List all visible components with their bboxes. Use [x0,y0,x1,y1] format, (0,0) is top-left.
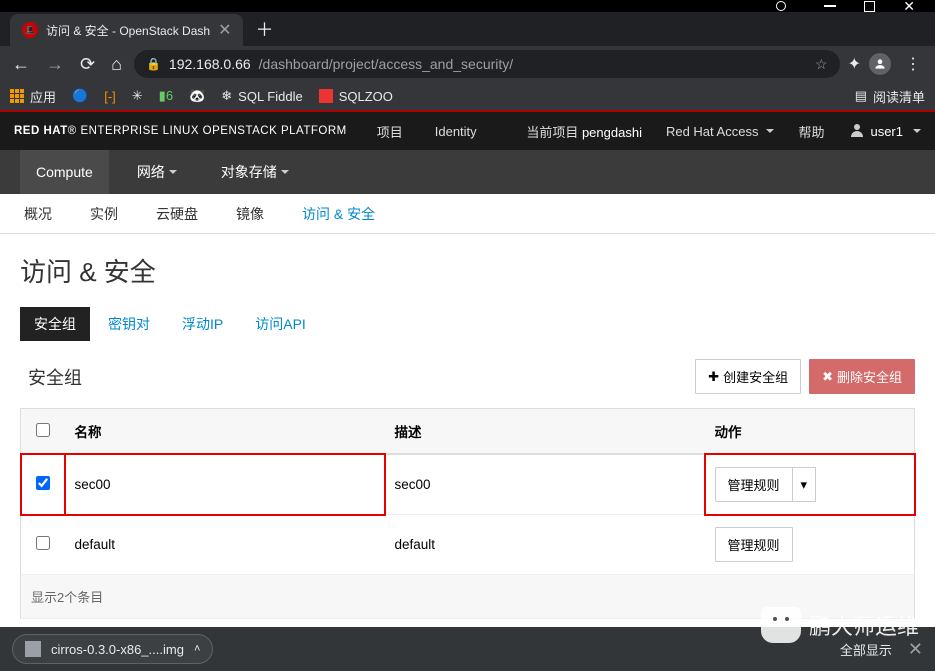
apps-shortcut[interactable]: 应用 [10,87,56,106]
new-tab-button[interactable]: ＋ [243,16,285,42]
nav-identity[interactable]: Identity [419,112,493,150]
col-action: 动作 [705,409,915,455]
browser-menu-icon[interactable]: ⋮ [899,54,927,74]
user-menu[interactable]: user1 [836,124,935,139]
cell-action: 管理规则 ▾ [705,454,915,515]
nav-project[interactable]: 项目 [361,112,419,150]
x-icon: ✖ [822,369,833,385]
create-security-group-button[interactable]: ✚ 创建安全组 [695,359,801,394]
subnav-network[interactable]: 网络 [121,150,193,194]
manage-rules-button[interactable]: 管理规则 [715,527,793,562]
address-bar[interactable]: 🔒 192.168.0.66/dashboard/project/access_… [134,50,840,78]
close-window-icon[interactable]: ✕ [903,0,915,13]
cell-action: 管理规则 [705,515,915,575]
table-row: default default 管理规则 [21,515,915,575]
record-icon [776,1,786,11]
tab-instances[interactable]: 实例 [86,194,122,234]
row-checkbox[interactable] [36,536,50,550]
extensions-icon[interactable]: ✦ [848,54,861,74]
access-subtabs: 安全组 密钥对 浮动IP 访问API [20,307,915,341]
select-all-checkbox[interactable] [36,423,50,437]
current-project: 当前项目 pengdashi [514,122,654,141]
help-link[interactable]: 帮助 [786,122,836,141]
security-groups-table: 名称 描述 动作 sec00 sec00 管理规则 ▾ default [20,408,915,619]
bookmark-item[interactable]: [-] [104,89,116,104]
reload-button[interactable]: ⟳ [76,50,99,79]
cell-name: default [65,515,385,575]
row-checkbox[interactable] [36,476,50,490]
section-header: 安全组 ✚ 创建安全组 ✖ 删除安全组 [20,359,915,394]
action-dropdown-toggle[interactable]: ▾ [793,467,817,502]
brand-logo: RED HAT® ENTERPRISE LINUX OPENSTACK PLAT… [0,125,361,137]
bookmark-item[interactable]: ✳ [132,88,143,104]
browser-tab[interactable]: 🎩 访问 & 安全 - OpenStack Dash ✕ [10,14,243,46]
row-checkbox-cell [21,454,65,515]
page-content: 访问 & 安全 安全组 密钥对 浮动IP 访问API 安全组 ✚ 创建安全组 ✖… [0,234,935,637]
bookmark-item[interactable]: 🔵 [72,88,88,104]
forward-button[interactable]: → [42,50,68,79]
page-title: 访问 & 安全 [20,252,915,289]
home-button[interactable]: ⌂ [107,50,126,79]
url-host: 192.168.0.66 [169,56,251,72]
maximize-icon[interactable] [864,1,875,12]
back-button[interactable]: ← [8,50,34,79]
action-button-group: 管理规则 ▾ [715,467,817,502]
plus-icon: ✚ [708,369,719,385]
close-tab-icon[interactable]: ✕ [218,20,231,40]
bookmark-sqlzoo[interactable]: SQLZOO [319,89,393,104]
subnav-compute[interactable]: Compute [20,150,109,194]
tab-access-security[interactable]: 访问 & 安全 [298,194,379,234]
subtab-keypairs[interactable]: 密钥对 [94,307,164,341]
reading-list-button[interactable]: ▤ 阅读清单 [855,87,925,106]
redhat-access-link[interactable]: Red Hat Access [654,124,787,139]
watermark: 鹏大师运维 [761,607,919,643]
bookmarks-bar: 应用 🔵 [-] ✳ ▮6 🐼 ❄ SQL Fiddle SQLZOO ▤ 阅读… [0,82,935,112]
minimize-icon[interactable] [824,5,836,7]
openstack-header: RED HAT® ENTERPRISE LINUX OPENSTACK PLAT… [0,112,935,150]
site-info-icon[interactable]: 🔒 [146,57,161,71]
chevron-up-icon[interactable]: ˄ [194,643,200,655]
subtab-floating-ip[interactable]: 浮动IP [168,307,237,341]
tab-overview[interactable]: 概况 [20,194,56,234]
delete-security-group-button[interactable]: ✖ 删除安全组 [809,359,915,394]
window-titlebar: ✕ [0,0,935,12]
caret-down-icon: ▾ [801,477,808,493]
col-desc[interactable]: 描述 [385,409,705,455]
row-checkbox-cell [21,515,65,575]
subtab-security-groups[interactable]: 安全组 [20,307,90,341]
tab-volumes[interactable]: 云硬盘 [152,194,202,234]
compute-tabs: 概况 实例 云硬盘 镜像 访问 & 安全 [0,194,935,234]
cell-desc: default [385,515,705,575]
apps-label: 应用 [30,87,56,106]
bookmark-sqlfiddle[interactable]: ❄ SQL Fiddle [221,88,302,104]
tab-images[interactable]: 镜像 [232,194,268,234]
col-name[interactable]: 名称 [65,409,385,455]
apps-grid-icon [10,89,24,103]
bookmark-item[interactable]: ▮6 [159,88,173,104]
subtab-api-access[interactable]: 访问API [241,307,320,341]
file-icon [25,641,41,657]
profile-avatar-icon[interactable] [869,53,891,75]
browser-tabbar: 🎩 访问 & 安全 - OpenStack Dash ✕ ＋ [0,12,935,46]
manage-rules-button[interactable]: 管理规则 [715,467,793,502]
wechat-icon [761,607,801,643]
url-path: /dashboard/project/access_and_security/ [259,56,513,72]
cell-desc: sec00 [385,454,705,515]
tab-title: 访问 & 安全 - OpenStack Dash [46,22,210,39]
download-filename: cirros-0.3.0-x86_....img [51,642,184,657]
bookmark-star-icon[interactable]: ☆ [815,56,828,73]
section-title: 安全组 [20,364,82,390]
redhat-favicon-icon: 🎩 [22,22,38,38]
cell-name: sec00 [65,454,385,515]
table-row: sec00 sec00 管理规则 ▾ [21,454,915,515]
openstack-subnav: Compute 网络 对象存储 [0,150,935,194]
download-chip[interactable]: cirros-0.3.0-x86_....img ˄ [12,634,213,664]
browser-toolbar: ← → ⟳ ⌂ 🔒 192.168.0.66/dashboard/project… [0,46,935,82]
subnav-object-storage[interactable]: 对象存储 [205,150,305,194]
user-icon [850,124,864,138]
col-checkbox [21,409,65,455]
bookmark-item[interactable]: 🐼 [189,88,205,104]
